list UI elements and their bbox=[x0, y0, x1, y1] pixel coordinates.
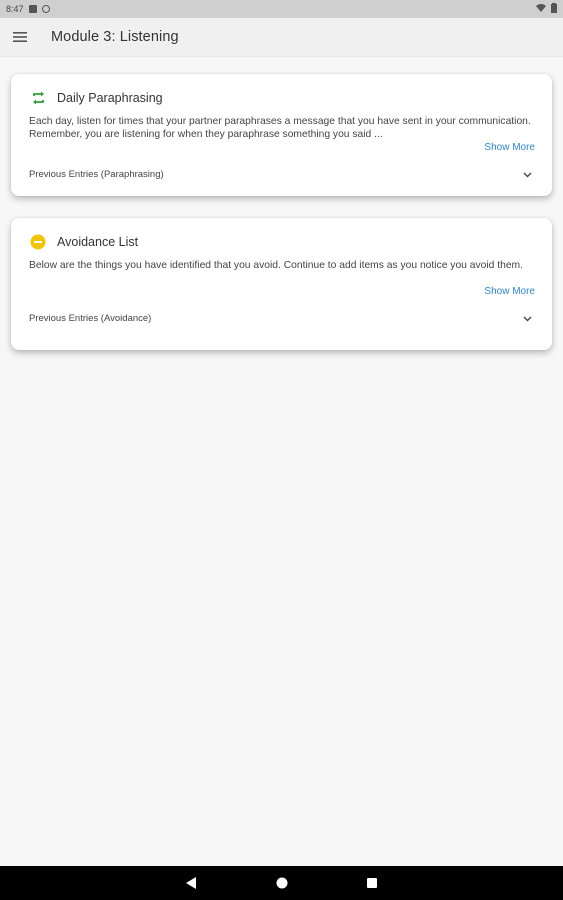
previous-entries-label: Previous Entries (Avoidance) bbox=[29, 313, 152, 324]
avoidance-list-card[interactable]: Avoidance List Below are the things you … bbox=[11, 218, 552, 350]
hamburger-menu-icon bbox=[13, 32, 27, 42]
status-bar: 8:47 bbox=[0, 0, 563, 18]
chevron-down-icon bbox=[522, 170, 532, 180]
card-header: Avoidance List bbox=[30, 234, 138, 250]
card-description: Below are the things you have identified… bbox=[29, 260, 523, 271]
previous-entries-dropdown[interactable]: Previous Entries (Paraphrasing) bbox=[29, 169, 532, 180]
recents-icon bbox=[367, 878, 377, 888]
home-button[interactable] bbox=[262, 866, 302, 900]
recents-button[interactable] bbox=[352, 866, 392, 900]
data-saver-icon bbox=[41, 5, 50, 13]
show-more-link[interactable]: Show More bbox=[484, 142, 535, 153]
chevron-down-icon bbox=[522, 314, 532, 324]
show-more-link[interactable]: Show More bbox=[484, 286, 535, 297]
card-header: Daily Paraphrasing bbox=[30, 90, 163, 106]
battery-icon bbox=[551, 3, 557, 15]
minus-circle-icon bbox=[30, 234, 46, 250]
card-title: Avoidance List bbox=[57, 235, 139, 249]
previous-entries-label: Previous Entries (Paraphrasing) bbox=[29, 169, 164, 180]
back-button[interactable] bbox=[171, 866, 211, 900]
daily-paraphrasing-card[interactable]: Daily Paraphrasing Each day, listen for … bbox=[11, 74, 552, 196]
system-navigation-bar bbox=[0, 866, 563, 900]
home-icon bbox=[276, 877, 288, 889]
repeat-icon bbox=[30, 90, 46, 106]
back-icon bbox=[185, 877, 196, 889]
app-bar: Module 3: Listening bbox=[0, 18, 563, 56]
card-description: Each day, listen for times that your par… bbox=[29, 116, 531, 140]
card-title: Daily Paraphrasing bbox=[57, 91, 163, 105]
page-title: Module 3: Listening bbox=[51, 29, 179, 45]
status-time: 8:47 bbox=[6, 4, 24, 14]
previous-entries-dropdown[interactable]: Previous Entries (Avoidance) bbox=[29, 313, 532, 324]
menu-button[interactable] bbox=[0, 18, 40, 56]
wifi-icon bbox=[536, 4, 546, 14]
sim-card-icon bbox=[28, 5, 37, 13]
